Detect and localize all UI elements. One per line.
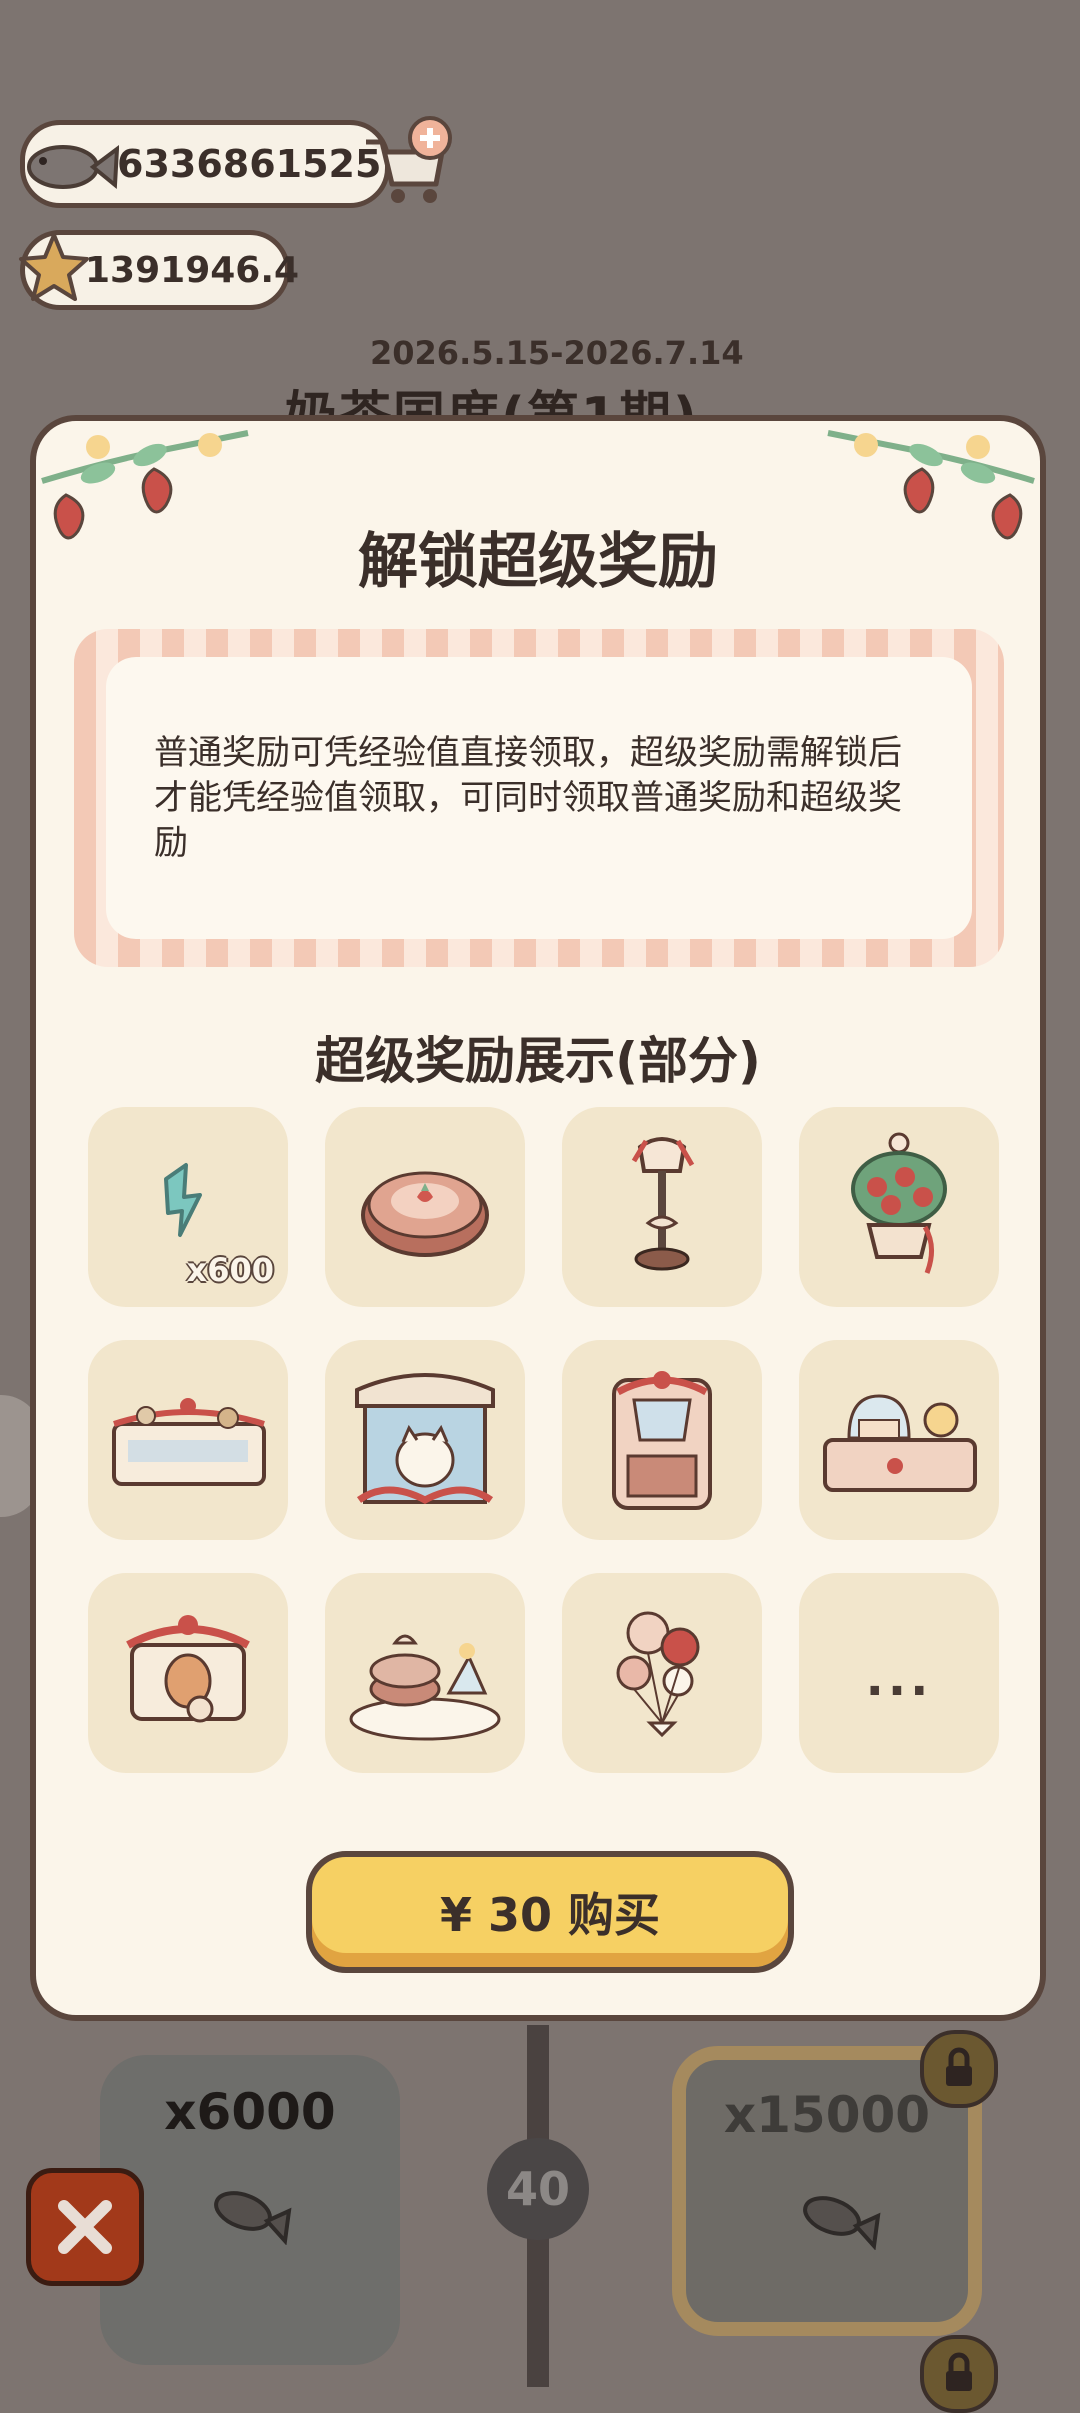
reward-item[interactable] xyxy=(799,1340,999,1540)
close-button[interactable] xyxy=(26,2168,144,2286)
bow-lamp-icon xyxy=(631,1137,695,1271)
reward-item[interactable] xyxy=(325,1107,525,1307)
cat-window-icon xyxy=(355,1373,495,1504)
shop-cart-icon[interactable] xyxy=(356,112,456,216)
event-date-range: 2026.5.15-2026.7.14 xyxy=(370,334,744,372)
reward-item[interactable] xyxy=(562,1340,762,1540)
fish-currency-pill: 6336861525 xyxy=(20,120,390,208)
section-title: 超级奖励展示(部分) xyxy=(315,1032,761,1090)
reward-item[interactable] xyxy=(325,1573,525,1773)
fish-icon xyxy=(19,129,120,208)
star-amount: 1391946.4 xyxy=(85,249,300,291)
dessert-counter-icon xyxy=(112,1398,266,1486)
reward-quantity: x600 xyxy=(186,1251,274,1289)
description-text: 普通奖励可凭经验值直接领取，超级奖励需解锁后才能凭经验值领取，可同时领取普通奖励… xyxy=(154,733,902,863)
unlock-super-reward-dialog: 解锁超级奖励 普通奖励可凭经验值直接领取，超级奖励需解锁后才能凭经验值领取，可同… xyxy=(30,415,1046,2021)
reward-grid: x600 ... xyxy=(88,1107,1001,1773)
more-icon: ... xyxy=(865,1651,933,1707)
reward-item[interactable] xyxy=(562,1573,762,1773)
close-icon xyxy=(58,2200,112,2254)
star-icon xyxy=(15,229,93,316)
lock-icon xyxy=(920,2335,998,2413)
reward-item[interactable] xyxy=(88,1340,288,1540)
fish-icon xyxy=(214,2191,292,2245)
lock-icon xyxy=(920,2030,998,2108)
strawberry-flower-basket-icon xyxy=(851,1132,947,1274)
free-reward-card[interactable]: x6000 xyxy=(100,2055,400,2365)
cat-wall-clock-icon xyxy=(126,1615,250,1723)
star-currency-pill: 1391946.4 xyxy=(19,230,299,310)
reward-item[interactable] xyxy=(799,1107,999,1307)
reward-item[interactable]: x600 xyxy=(88,1107,288,1307)
macaron-dessert-set-icon xyxy=(349,1634,501,1741)
free-reward-amount: x6000 xyxy=(164,2083,336,2141)
description-panel: 普通奖励可凭经验值直接领取，超级奖励需解锁后才能凭经验值领取，可同时领取普通奖励… xyxy=(74,629,1004,967)
level-indicator: 40 xyxy=(487,2138,589,2240)
reward-item[interactable] xyxy=(562,1107,762,1307)
donut-balloon-icon xyxy=(616,1611,700,1738)
cake-display-table-icon xyxy=(823,1394,977,1492)
bow-mirror-vanity-icon xyxy=(612,1371,712,1510)
buy-button[interactable]: ¥ 30 购买 xyxy=(306,1851,794,1973)
reward-item[interactable] xyxy=(325,1340,525,1540)
fish-amount: 6336861525 xyxy=(117,142,382,186)
more-rewards-item[interactable]: ... xyxy=(799,1573,999,1773)
dialog-title: 解锁超级奖励 xyxy=(358,527,718,597)
strawberry-bed-icon xyxy=(361,1171,489,1257)
fish-icon xyxy=(803,2196,881,2250)
reward-item[interactable] xyxy=(88,1573,288,1773)
